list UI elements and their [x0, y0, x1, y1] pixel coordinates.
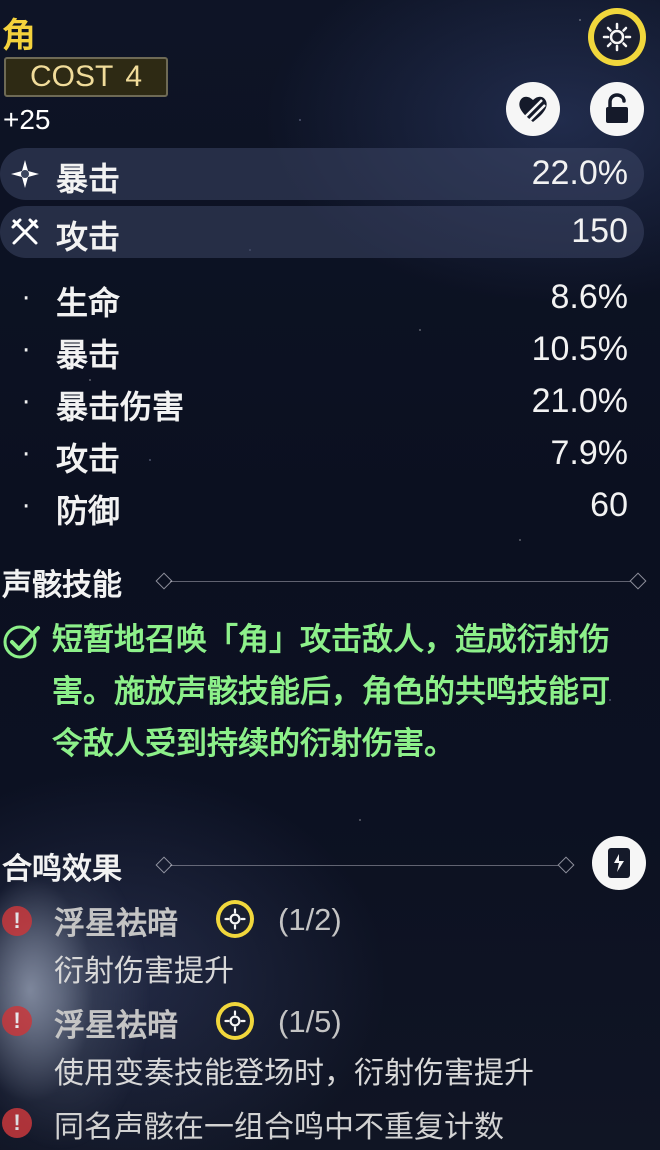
sonata-emblem-button[interactable]: [588, 8, 646, 66]
divider-diamond: [557, 856, 575, 874]
sub-stat-value: 7.9%: [550, 434, 629, 472]
sub-stat-label: 攻击: [56, 440, 121, 478]
sub-stat-row: · 防御 60: [0, 482, 644, 534]
sonata-piece-count: (1/5): [278, 1004, 342, 1039]
sub-stat-value: 10.5%: [531, 330, 628, 368]
sonata-detail-button[interactable]: [592, 836, 646, 890]
cost-badge: COST 4: [4, 57, 168, 97]
sub-stat-label: 防御: [56, 492, 121, 530]
sub-stat-value: 8.6%: [550, 278, 629, 316]
sonata-set-name: 浮星祛暗: [54, 1008, 178, 1044]
cost-label: COST: [29, 60, 114, 93]
sub-stat-row: · 暴击伤害 21.0%: [0, 378, 644, 430]
sonata-emblem-small: [216, 900, 254, 938]
bullet-dot: ·: [22, 492, 31, 522]
echo-skill-header: 声骸技能: [0, 560, 648, 603]
sonata-effect-description: 使用变奏技能登场时，衍射伤害提升: [54, 1056, 534, 1091]
main-stat-row: 攻击 150: [0, 206, 644, 258]
crossed-swords-icon: [11, 218, 39, 245]
sub-stat-label: 生命: [56, 284, 121, 322]
divider-line: [170, 581, 630, 582]
sonata-card-icon: [608, 848, 630, 878]
inactive-warning-icon: !: [2, 1108, 32, 1138]
discard-button[interactable]: [506, 82, 560, 136]
main-stat-label: 攻击: [56, 218, 121, 256]
cost-value: 4: [125, 60, 143, 93]
main-stat-value: 22.0%: [531, 154, 628, 192]
section-title: 声骸技能: [2, 568, 122, 603]
inactive-warning-icon: !: [2, 906, 32, 936]
sonata-emblem-icon: [224, 908, 246, 930]
echo-name: 角: [2, 16, 36, 56]
sub-stat-value: 21.0%: [531, 382, 628, 420]
main-stat-row: 暴击 22.0%: [0, 148, 644, 200]
bullet-dot: ·: [22, 440, 31, 470]
section-title: 合鸣效果: [2, 852, 122, 887]
echo-level: +25: [3, 104, 51, 135]
unlock-icon: [606, 93, 628, 123]
lock-toggle-button[interactable]: [590, 82, 644, 136]
sub-stat-row: · 暴击 10.5%: [0, 326, 644, 378]
sub-stat-row: · 攻击 7.9%: [0, 430, 644, 482]
sonata-emblem-small: [216, 1002, 254, 1040]
main-stat-label: 暴击: [56, 160, 121, 198]
sonata-effect-description: 衍射伤害提升: [54, 954, 234, 989]
sub-stat-label: 暴击: [56, 336, 121, 374]
sub-stat-label: 暴击伤害: [56, 388, 185, 426]
crit-star-icon: [11, 160, 39, 188]
divider-line: [170, 865, 558, 866]
main-stat-value: 150: [571, 212, 628, 250]
sonata-duplicate-note: 同名声骸在一组合鸣中不重复计数: [54, 1110, 504, 1145]
bullet-dot: ·: [22, 284, 31, 314]
sub-stat-row: · 生命 8.6%: [0, 274, 644, 326]
check-circle-icon: [3, 625, 40, 659]
inactive-warning-icon: !: [2, 1006, 32, 1036]
sub-stat-value: 60: [590, 486, 628, 524]
sonata-emblem-icon: [602, 22, 632, 52]
discard-heart-icon: [519, 96, 547, 122]
echo-skill-description: 短暂地召唤「角」攻击敌人，造成衍射伤害。施放声骸技能后，角色的共鸣技能可令敌人受…: [52, 622, 610, 762]
sonata-effect-header: 合鸣效果: [0, 844, 648, 887]
sonata-emblem-icon: [224, 1010, 246, 1032]
bullet-dot: ·: [22, 388, 31, 418]
sonata-piece-count: (1/2): [278, 902, 342, 937]
sonata-set-name: 浮星祛暗: [54, 906, 178, 942]
bullet-dot: ·: [22, 336, 31, 366]
divider-diamond: [629, 572, 647, 590]
